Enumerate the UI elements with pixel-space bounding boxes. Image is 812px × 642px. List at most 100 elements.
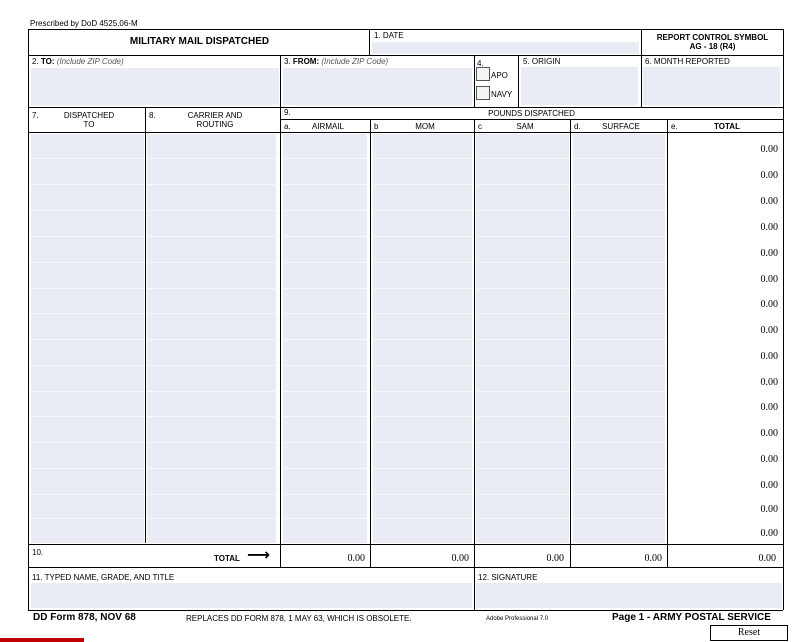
total-mom-value: 0.00 [451,553,470,564]
col-d-letter: d. [574,122,581,131]
row-total-value: 0.00 [760,248,779,259]
total-sam-value: 0.00 [546,553,565,564]
row-separator [476,391,569,392]
row-separator [283,391,367,392]
total-row-num: 10. [32,548,44,557]
row-separator [573,158,665,159]
total-surface-value: 0.00 [644,553,663,564]
row-separator [373,236,472,237]
row-separator [476,210,569,211]
row-total-value: 0.00 [760,428,779,439]
row-separator [31,518,144,519]
row-separator [476,518,569,519]
row-separator [31,416,144,417]
row-separator [147,365,276,366]
to-label: TO: [40,57,55,66]
col8-label-2: ROUTING [196,120,234,129]
row-separator [283,365,367,366]
signature-label: 12. SIGNATURE [478,573,538,582]
row-separator [573,442,665,443]
row-total-value: 0.00 [760,504,779,515]
origin-field[interactable] [521,67,638,105]
col8-num: 8. [149,111,156,120]
row-separator [147,288,276,289]
row-separator [147,494,276,495]
row-separator [476,158,569,159]
origin-label: 5. ORIGIN [523,57,561,66]
row-separator [373,262,472,263]
row-separator [147,184,276,185]
col-e-letter: e. [671,122,678,131]
navy-checkbox[interactable] [476,86,490,100]
row-separator [283,210,367,211]
col-b-letter: b [374,122,379,131]
signature-field[interactable] [476,583,782,608]
form-title: MILITARY MAIL DISPATCHED [129,36,270,47]
row-separator [573,184,665,185]
month-reported-field[interactable] [643,67,780,105]
row-separator [373,416,472,417]
row-separator [283,494,367,495]
row-separator [147,236,276,237]
row-separator [573,288,665,289]
row-separator [573,365,665,366]
replaces-text: REPLACES DD FORM 878, 1 MAY 63, WHICH IS… [186,614,412,623]
row-separator [573,339,665,340]
date-label: 1. DATE [374,31,404,40]
row-separator [573,236,665,237]
from-num: 3. [284,57,291,66]
row-separator [31,210,144,211]
row-separator [283,416,367,417]
date-field[interactable] [372,42,639,54]
row-separator [373,468,472,469]
from-field[interactable] [283,68,472,105]
total-row-label: TOTAL [214,554,240,563]
to-field[interactable] [31,68,279,105]
row-separator [31,391,144,392]
row-separator [31,262,144,263]
col-c-letter: c [478,122,482,131]
row-separator [476,365,569,366]
row-separator [573,210,665,211]
col7-num: 7. [32,111,39,120]
row-separator [283,468,367,469]
row-separator [147,210,276,211]
row-total-value: 0.00 [760,351,779,362]
row-separator [476,339,569,340]
row-separator [31,365,144,366]
row-separator [31,468,144,469]
row-separator [31,184,144,185]
reset-button[interactable]: Reset [710,625,788,641]
row-separator [147,339,276,340]
row-separator [476,468,569,469]
row-total-value: 0.00 [760,402,779,413]
typed-name-field[interactable] [31,583,472,608]
row-separator [31,494,144,495]
row-separator [476,236,569,237]
row-total-value: 0.00 [760,325,779,336]
row-separator [31,236,144,237]
row-separator [573,494,665,495]
row-separator [373,365,472,366]
row-separator [283,313,367,314]
col-sam-header: SAM [516,122,534,131]
row-separator [476,442,569,443]
from-hint: (Include ZIP Code) [321,57,389,66]
row-separator [476,262,569,263]
row-separator [147,468,276,469]
row-total-value: 0.00 [760,196,779,207]
typed-name-label: 11. TYPED NAME, GRADE, AND TITLE [32,573,175,582]
report-control-code: AG - 18 (R4) [689,42,736,51]
row-separator [373,313,472,314]
row-separator [373,288,472,289]
report-control-symbol: REPORT CONTROL SYMBOL [656,33,769,42]
row-separator [476,416,569,417]
red-bar [0,638,84,642]
month-reported-label: 6. MONTH REPORTED [645,57,730,66]
row-separator [147,416,276,417]
row-separator [31,339,144,340]
apo-checkbox[interactable] [476,67,490,81]
row-separator [283,184,367,185]
row-total-value: 0.00 [760,480,779,491]
row-total-value: 0.00 [760,454,779,465]
